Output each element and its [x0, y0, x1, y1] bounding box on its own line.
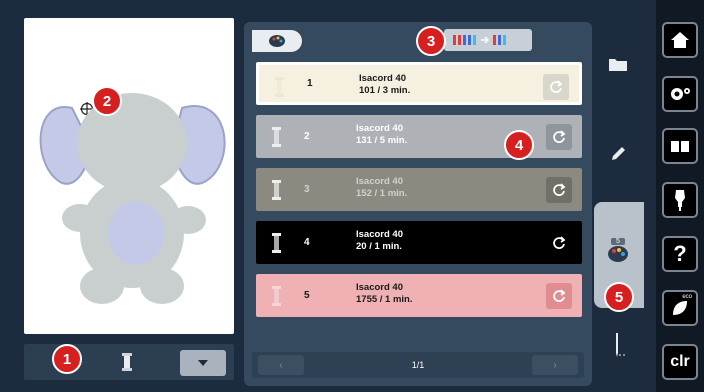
thread-detail: 131 / 5 min. — [356, 135, 408, 146]
color-count-badge: 5 — [611, 237, 625, 245]
thread-info: Isacord 40 152 / 1 min. — [356, 176, 407, 200]
thread-brand: Isacord 40 — [356, 229, 403, 240]
color-row[interactable]: 3 Isacord 40 152 / 1 min. — [256, 168, 582, 211]
thread-detail: 20 / 1 min. — [356, 241, 402, 252]
edit-button[interactable] — [604, 140, 632, 168]
thread-brand: Isacord 40 — [359, 73, 406, 84]
page-indicator: 1/1 — [411, 360, 425, 370]
change-color-button[interactable] — [546, 230, 572, 256]
stitch-button[interactable] — [604, 332, 632, 360]
eco-button[interactable]: eco — [662, 290, 698, 326]
tool-column: 5 — [594, 22, 644, 386]
refresh-icon — [553, 130, 566, 143]
clear-button[interactable]: clr — [662, 344, 698, 380]
pager: ‹ 1/1 › — [252, 352, 584, 378]
thread-detail: 152 / 1 min. — [356, 188, 408, 199]
color-number: 1 — [307, 78, 313, 89]
refresh-icon — [553, 236, 566, 249]
elephant-design-image — [39, 93, 226, 304]
thread-spool-icon — [272, 233, 281, 253]
folder-button[interactable] — [604, 50, 632, 78]
color-info-tab[interactable] — [252, 30, 302, 52]
embroidery-preview[interactable] — [24, 18, 234, 334]
next-page-button[interactable]: › — [531, 355, 578, 375]
refresh-icon — [553, 289, 566, 302]
color-info-button[interactable]: 5 — [604, 230, 632, 270]
thread-info: Isacord 40 131 / 5 min. — [356, 123, 407, 147]
thread-info: Isacord 40 1755 / 1 min. — [356, 282, 413, 306]
palette-icon — [608, 245, 628, 262]
color-number: 3 — [304, 184, 310, 195]
change-color-button[interactable] — [546, 124, 572, 150]
leaf-icon — [673, 301, 687, 315]
color-number: 4 — [304, 237, 310, 248]
palette-icon — [269, 35, 285, 47]
color-combine-icon — [453, 35, 506, 45]
needle-icon — [616, 333, 625, 357]
thread-spool-icon — [275, 77, 284, 97]
thread-spool-icon — [122, 353, 132, 371]
callout-badge: 5 — [604, 282, 634, 312]
color-rows: 1 Isacord 40 101 / 3 min. 2 Isacord 40 131 / … — [256, 62, 582, 327]
dropdown-button[interactable] — [180, 350, 226, 376]
combine-colors-button[interactable] — [444, 29, 532, 51]
thread-info: Isacord 40 101 / 3 min. — [359, 73, 410, 97]
change-color-button[interactable] — [543, 74, 569, 100]
thread-brand: Isacord 40 — [356, 176, 403, 187]
callout-badge: 4 — [504, 130, 534, 160]
color-row[interactable]: 4 Isacord 40 20 / 1 min. — [256, 221, 582, 264]
refresh-icon — [553, 183, 566, 196]
pencil-icon — [612, 147, 625, 160]
help-button[interactable]: ? — [662, 236, 698, 272]
gear-icon — [671, 88, 690, 100]
sewing-consultant-button[interactable] — [662, 182, 698, 218]
thread-spool-icon — [272, 127, 281, 147]
home-button[interactable] — [662, 22, 698, 58]
color-row[interactable]: 2 Isacord 40 131 / 5 min. — [256, 115, 582, 158]
system-bar: ? eco clr — [656, 0, 704, 392]
book-icon — [671, 141, 689, 152]
callout-badge: 3 — [416, 26, 446, 56]
thread-detail: 101 / 3 min. — [359, 85, 411, 96]
home-icon — [671, 32, 689, 48]
prev-page-button[interactable]: ‹ — [258, 355, 304, 375]
folder-icon — [609, 59, 627, 71]
chevron-down-icon — [198, 360, 208, 366]
thread-spool-icon — [272, 286, 281, 306]
color-row[interactable]: 1 Isacord 40 101 / 3 min. — [256, 62, 582, 105]
thread-detail: 1755 / 1 min. — [356, 294, 413, 305]
settings-button[interactable] — [662, 76, 698, 112]
color-number: 5 — [304, 290, 310, 301]
tutorial-button[interactable] — [662, 128, 698, 164]
thread-brand: Isacord 40 — [356, 123, 403, 134]
change-color-button[interactable] — [546, 177, 572, 203]
callout-badge: 2 — [92, 86, 122, 116]
thread-info: Isacord 40 20 / 1 min. — [356, 229, 403, 253]
callout-badge: 1 — [52, 344, 82, 374]
color-row[interactable]: 5 Isacord 40 1755 / 1 min. — [256, 274, 582, 317]
eco-label: eco — [682, 294, 692, 300]
thread-spool-icon — [272, 180, 281, 200]
thread-brand: Isacord 40 — [356, 282, 403, 293]
dress-form-icon — [675, 190, 685, 211]
change-color-button[interactable] — [546, 283, 572, 309]
color-number: 2 — [304, 131, 310, 142]
color-list-panel: 1 Isacord 40 101 / 3 min. 2 Isacord 40 131 / … — [244, 22, 592, 386]
refresh-icon — [550, 80, 563, 93]
